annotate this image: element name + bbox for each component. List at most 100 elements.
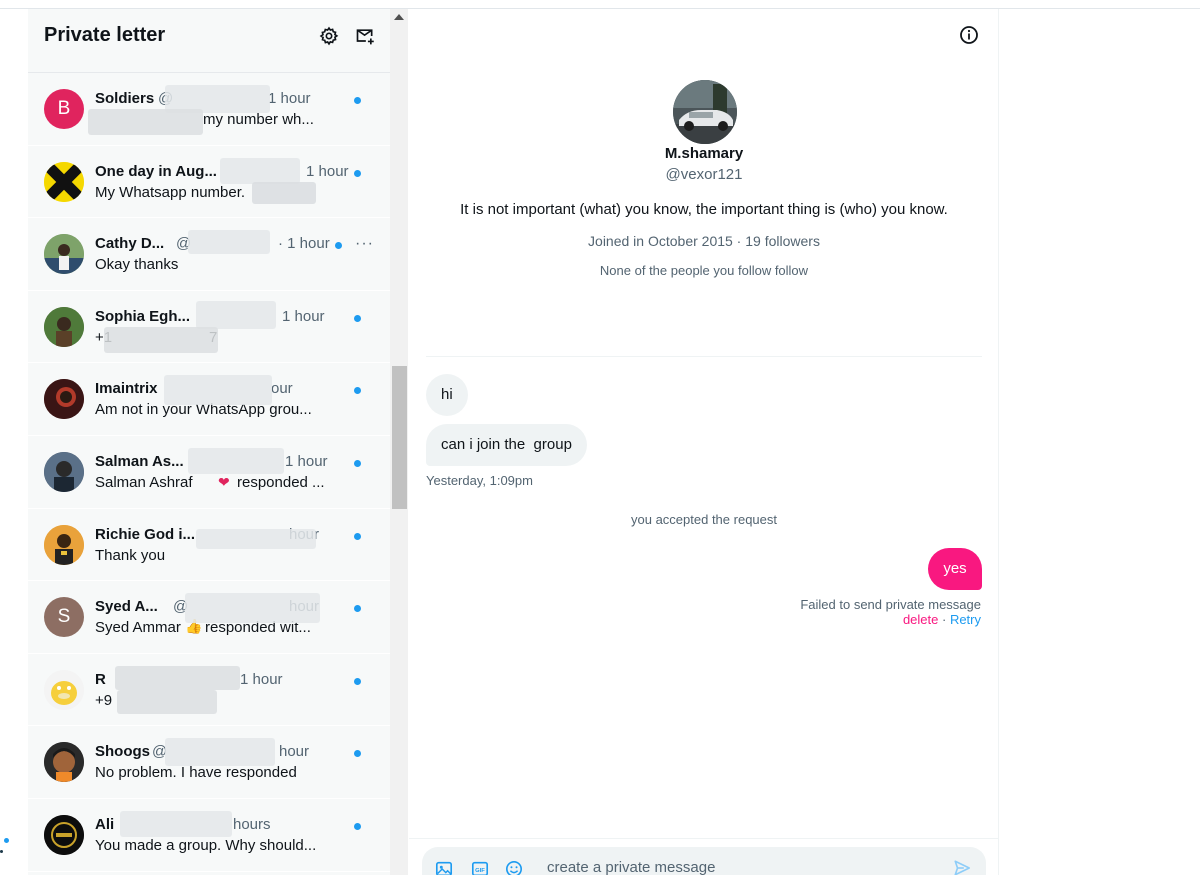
conversation-item[interactable]: One day in Aug... 1 hour My Whatsapp num… [28,145,390,219]
conversation-name: Soldiers [95,90,155,107]
settings-gear-icon[interactable] [318,25,340,47]
unread-dot [354,169,361,177]
edge-indicator [4,838,9,843]
conversation-item[interactable]: Richie God i... hour Thank you [28,508,390,582]
unread-dot [354,532,361,540]
message-input[interactable] [547,859,927,875]
conversation-item[interactable]: Ali hours You made a group. Why should..… [28,798,390,872]
sidebar-title: Private letter [44,24,166,46]
conversation-item[interactable]: Sophia Egh... 1 hour +1 7 [28,290,390,364]
redaction [252,181,316,204]
conversation-name: Shoogs [95,743,150,761]
conversation-item[interactable]: Cathy D... @ · 1 hour Okay thanks ··· [28,218,390,291]
conversation-name: Salman As... [95,452,184,470]
redaction [165,738,275,767]
unread-dot [335,242,342,250]
avatar [44,814,84,855]
redaction [196,528,316,549]
conversation-time: 1 hour [282,307,325,325]
info-icon[interactable] [959,25,979,45]
edge-indicator [0,850,3,853]
conversation-name: Cathy D... [95,235,165,253]
conversation-preview-tail: responded ... [237,473,325,491]
avatar [44,451,84,492]
system-note: you accepted the request [631,512,777,527]
redaction [196,300,276,329]
composer-divider [409,838,999,839]
profile-avatar[interactable] [673,80,737,144]
redaction [120,810,232,837]
conversation-time: 1 hour [285,452,328,470]
conversation-time: 1 hour [240,670,283,688]
conversation-panel: M.shamary @vexor121 It is not important … [409,9,999,875]
redaction [220,157,300,184]
conversation-time: 1 hour [306,162,349,180]
retry-link[interactable]: Retry [950,612,981,627]
profile-divider [426,356,982,357]
conversation-preview: +9 [95,691,113,709]
redaction [188,230,270,255]
message-composer: GIF [422,847,986,875]
conversation-preview: Syed Ammar [95,619,181,637]
profile-name[interactable]: M.shamary [409,145,999,162]
conversation-item[interactable]: Salman As... 1 hour Salman Ashraf ❤ resp… [28,435,390,509]
conversation-name: Sophia Egh... [95,307,191,325]
conversation-item[interactable]: S Syed A... @ hour Syed Ammar 👍 responde… [28,581,390,654]
message-timestamp: Yesterday, 1:09pm [426,473,533,488]
conversation-name: Richie God i... [95,525,196,543]
emoji-icon[interactable] [504,859,524,875]
conversation-name: Syed A... [95,598,158,616]
conversation-name: One day in Aug... [95,162,217,180]
conversation-name: Imaintrix [95,380,158,398]
delete-link[interactable]: delete [903,612,938,627]
unread-dot [354,750,361,758]
incoming-message[interactable]: hi [426,374,468,416]
heart-icon: ❤ [218,473,230,490]
conversation-time: hours [233,815,271,833]
profile-mutual-followers: None of the people you follow follow [599,263,809,278]
sidebar-scrollbar[interactable] [390,9,408,875]
redaction [185,593,320,624]
conversation-item[interactable]: B Soldiers @ 1 hour my number wh... [28,73,390,146]
redaction [117,689,217,714]
redaction [88,109,203,135]
image-icon[interactable] [434,859,454,875]
conversation-preview: my number wh... [203,111,314,128]
conversation-item[interactable]: Imaintrix our Am not in your WhatsApp gr… [28,363,390,436]
redaction [104,326,218,353]
send-icon[interactable] [953,859,973,875]
conversation-name: Ali [95,815,115,833]
avatar: S [44,597,84,638]
conversation-sidebar: Private letter B Soldiers @ 1 hour my nu… [28,9,390,875]
incoming-message[interactable]: can i join the group [426,424,587,466]
more-options-icon[interactable]: ··· [355,235,374,253]
redaction [115,665,240,690]
conversation-time: hour [279,743,310,761]
redaction [164,375,272,406]
avatar [44,161,84,202]
conversation-preview: My Whatsapp number. [95,183,246,201]
unread-dot [354,459,361,467]
avatar [44,524,84,565]
send-failed-notice: Failed to send private message [800,597,981,612]
avatar [44,379,84,420]
conversation-preview: Okay thanks [95,256,179,274]
avatar [44,234,84,275]
action-separator: · [938,612,950,627]
conversation-item[interactable]: Shoogs @ hour No problem. I have respond… [28,726,390,799]
svg-text:GIF: GIF [475,868,485,874]
new-message-icon[interactable] [354,25,376,47]
avatar: B [44,89,84,129]
outgoing-message[interactable]: yes [928,548,982,590]
conversation-time: · 1 hour [278,235,330,253]
scroll-up-arrow-icon[interactable] [394,14,404,20]
failed-message-actions: delete · Retry [903,612,981,627]
conversation-item[interactable]: R 1 hour +9 [28,653,390,727]
gif-icon[interactable]: GIF [470,859,490,875]
avatar [44,742,84,783]
unread-dot [354,605,361,613]
conversation-name: R [95,670,106,688]
scrollbar-thumb[interactable] [392,366,407,509]
avatar [44,306,84,347]
conversation-time: 1 hour [268,90,311,107]
